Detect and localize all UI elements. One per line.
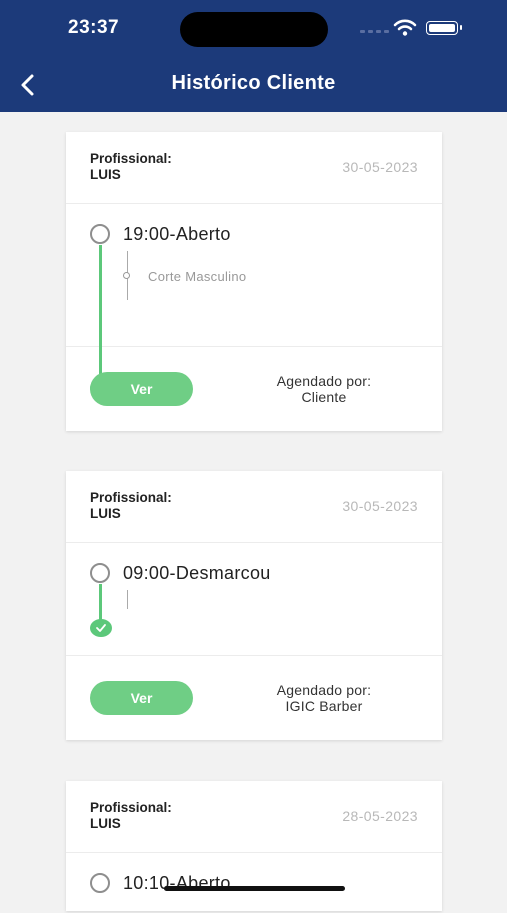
dynamic-island xyxy=(180,12,328,47)
service-dot-icon xyxy=(123,272,130,279)
appointment-card: Profissional: LUIS 28-05-2023 10:10-Aber… xyxy=(66,781,442,911)
professional-name: LUIS xyxy=(90,816,121,831)
appointment-date: 30-05-2023 xyxy=(342,498,418,514)
appointment-date: 30-05-2023 xyxy=(342,159,418,175)
appointment-date: 28-05-2023 xyxy=(342,808,418,824)
professional-name: LUIS xyxy=(90,167,121,182)
agendado-label: Agendado por: xyxy=(276,682,372,698)
wifi-icon xyxy=(393,19,417,36)
professional-label: Profissional: xyxy=(90,151,172,166)
timeline-start-icon xyxy=(90,224,110,244)
scheduled-by: Cliente xyxy=(301,389,347,405)
professional-label: Profissional: xyxy=(90,490,172,505)
battery-icon xyxy=(426,21,462,35)
appointment-card: Profissional: LUIS 30-05-2023 19:00-Aber… xyxy=(66,132,442,431)
ver-button[interactable]: Ver xyxy=(90,372,193,406)
appointment-entry: 09:00-Desmarcou xyxy=(123,563,271,583)
cellular-signal-icon xyxy=(360,30,389,33)
agendado-label: Agendado por: xyxy=(276,373,372,389)
service-name: Corte Masculino xyxy=(148,269,247,284)
status-time: 23:37 xyxy=(68,17,120,38)
app-header: 23:37 Histórico Cliente xyxy=(0,0,507,112)
home-indicator xyxy=(164,886,345,891)
timeline-start-icon xyxy=(90,563,110,583)
ver-button[interactable]: Ver xyxy=(90,681,193,715)
page-title: Histórico Cliente xyxy=(171,72,336,94)
professional-name: LUIS xyxy=(90,506,121,521)
professional-label: Profissional: xyxy=(90,800,172,815)
appointment-card: Profissional: LUIS 30-05-2023 09:00-Desm… xyxy=(66,471,442,740)
service-line xyxy=(127,590,128,609)
scheduled-by: IGIC Barber xyxy=(285,698,363,714)
timeline-start-icon xyxy=(90,873,110,893)
check-icon xyxy=(90,619,112,637)
appointment-entry: 19:00-Aberto xyxy=(123,224,231,244)
